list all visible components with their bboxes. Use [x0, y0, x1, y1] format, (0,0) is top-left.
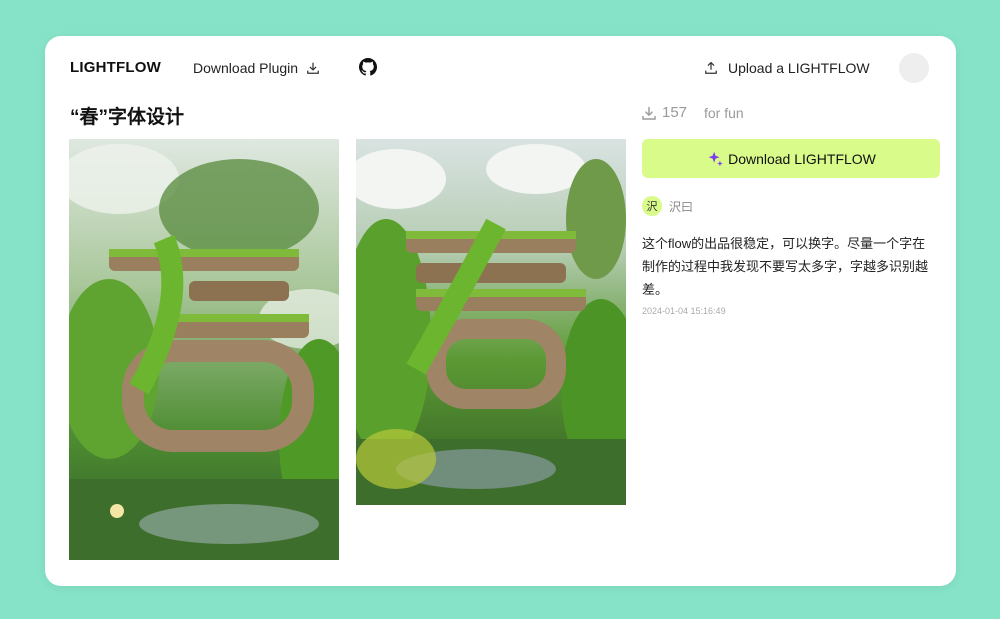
user-avatar[interactable]: [899, 53, 929, 83]
result-image-1[interactable]: [69, 139, 339, 560]
author[interactable]: 沢 沢曰: [642, 196, 693, 216]
download-plugin-label: Download Plugin: [193, 60, 299, 76]
upload-link[interactable]: Upload a LIGHTFLOW: [704, 60, 870, 76]
download-plugin-link[interactable]: Download Plugin: [193, 60, 320, 76]
download-count-value: 157: [662, 104, 688, 121]
timestamp: 2024-01-04 15:16:49: [642, 306, 726, 316]
github-icon[interactable]: [359, 58, 377, 76]
upload-label: Upload a LIGHTFLOW: [728, 60, 870, 76]
top-nav: LIGHTFLOW Download Plugin Upload a LIGHT…: [45, 36, 956, 100]
upload-icon: [705, 61, 717, 74]
description: 这个flow的出品很稳定，可以换字。尽量一个字在制作的过程中我发现不要写太多字，…: [642, 236, 929, 297]
download-count: 157: [641, 104, 687, 121]
sparkle-icon: [708, 151, 723, 166]
result-image-2[interactable]: [356, 139, 626, 505]
author-name: 沢曰: [669, 199, 694, 214]
download-icon: [642, 106, 656, 120]
logo[interactable]: LIGHTFLOW: [70, 59, 161, 76]
main-card: LIGHTFLOW Download Plugin Upload a LIGHT…: [45, 36, 956, 586]
download-lightflow-label: Download LIGHTFLOW: [728, 150, 876, 167]
author-avatar: 沢: [642, 196, 662, 216]
download-icon: [307, 62, 319, 74]
download-lightflow-button[interactable]: Download LIGHTFLOW: [642, 139, 940, 178]
work-title: “春”字体设计: [70, 107, 185, 128]
work-tag[interactable]: for fun: [704, 105, 744, 121]
